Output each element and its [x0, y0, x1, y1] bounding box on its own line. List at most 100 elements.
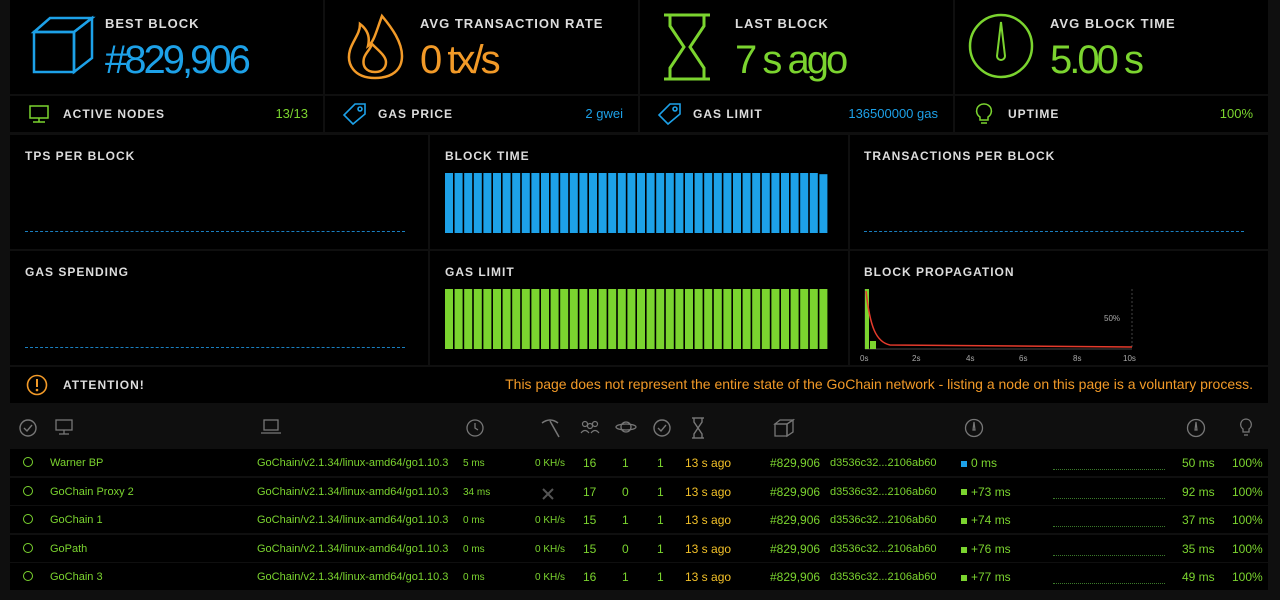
node-name[interactable]: GoChain 3 [50, 571, 103, 583]
propagation-history [1053, 583, 1165, 585]
node-hash: d3536c32...2106ab60 [830, 457, 937, 469]
chart-bar [521, 173, 530, 233]
node-latency: 0 ms [463, 572, 485, 584]
check-circle-icon[interactable] [652, 418, 672, 438]
propagation-value: +76 ms [971, 541, 1011, 556]
chart-bar [665, 173, 674, 233]
table-row[interactable]: GoChain Proxy 2 GoChain/v2.1.34/linux-am… [10, 477, 1268, 505]
cube-icon[interactable] [773, 418, 795, 438]
node-uptime: 100% [1232, 484, 1263, 499]
attention-label: ATTENTION! [63, 378, 145, 392]
chart-bar [512, 289, 521, 349]
node-name[interactable]: Warner BP [50, 457, 103, 469]
node-hash: d3536c32...2106ab60 [830, 485, 937, 498]
chart-bar [483, 289, 492, 349]
clock-icon[interactable] [465, 418, 485, 438]
node-hashrate: 0 KH/s [535, 572, 566, 584]
propagation-history [1053, 469, 1165, 470]
chart-bar [550, 289, 559, 349]
node-block: #829,906 [770, 484, 821, 499]
chart-bar [675, 173, 684, 233]
node-uncles: 1 [657, 484, 664, 499]
node-last-block: 13 s ago [685, 541, 732, 556]
node-peers: 17 [583, 484, 597, 499]
propagation-value: 0 ms [971, 456, 998, 470]
monitor-icon[interactable] [54, 418, 74, 436]
node-client: GoChain/v2.1.34/linux-amd64/go1.10.3 [257, 485, 449, 498]
propagation-history [1053, 526, 1165, 528]
status-dot [23, 514, 33, 525]
x-tick: 10s [1123, 354, 1136, 363]
node-peers: 16 [583, 570, 597, 585]
chart-bar [800, 173, 809, 233]
chart-bar [771, 289, 780, 349]
chart-bar [502, 173, 511, 233]
attention-bar: ATTENTION! This page does not represent … [10, 367, 1268, 403]
chart-bar [493, 173, 501, 233]
node-client: GoChain/v2.1.34/linux-amd64/go1.10.3 [257, 457, 449, 469]
pickaxe-icon[interactable] [539, 417, 561, 439]
node-uptime: 100% [1232, 570, 1263, 585]
node-last-block: 13 s ago [685, 570, 732, 585]
chart-bar [464, 289, 473, 349]
node-name[interactable]: GoChain Proxy 2 [50, 486, 134, 498]
check-circle-icon[interactable] [18, 418, 38, 438]
table-row[interactable]: Warner BP GoChain/v2.1.34/linux-amd64/go… [10, 449, 1268, 476]
mini-label: UPTIME [1008, 107, 1060, 121]
chart-bar [454, 289, 463, 349]
chart-bar [723, 289, 732, 349]
node-latency: 0 ms [463, 543, 485, 555]
gauge-icon[interactable] [1186, 418, 1206, 438]
table-row[interactable]: GoPath GoChain/v2.1.34/linux-amd64/go1.1… [10, 534, 1268, 562]
node-name[interactable]: GoPath [50, 543, 87, 555]
gauge-icon[interactable] [964, 418, 984, 438]
chart-bar [541, 173, 549, 233]
table-row[interactable]: GoChain 3 GoChain/v2.1.34/linux-amd64/go… [10, 563, 1268, 591]
chart-bar [809, 173, 818, 233]
node-latency: 0 ms [463, 515, 485, 527]
mini-value: 2 gwei [585, 106, 623, 121]
chart-gas-limit: GAS LIMIT [430, 251, 848, 365]
chart-bar [483, 173, 492, 233]
propagation-history [1053, 554, 1165, 556]
node-peers: 16 [583, 456, 597, 470]
chart-bar [761, 289, 770, 349]
propagation-square [961, 460, 967, 467]
node-client: GoChain/v2.1.34/linux-amd64/go1.10.3 [257, 542, 449, 555]
chart-bar [617, 289, 626, 349]
chart-block-time: BLOCK TIME [430, 135, 848, 249]
table-row[interactable]: GoChain 1 GoChain/v2.1.34/linux-amd64/go… [10, 506, 1268, 534]
node-uncles: 1 [657, 456, 664, 470]
chart-bar [790, 289, 799, 349]
stat-avg-block-time: AVG BLOCK TIME 5.00 s [955, 0, 1268, 94]
node-hash: d3536c32...2106ab60 [830, 542, 937, 555]
chart-bar [656, 173, 665, 233]
stat-label: BEST BLOCK [105, 16, 200, 31]
node-propagation: +74 ms [961, 513, 1011, 527]
chart-bar [464, 173, 473, 233]
node-uptime: 100% [1232, 456, 1263, 470]
node-latency: 34 ms [463, 486, 491, 498]
mini-active-nodes: ACTIVE NODES 13/13 [10, 96, 323, 132]
chart-bar [685, 173, 693, 233]
stat-value: #829,906 [105, 38, 251, 82]
node-hashrate: 0 KH/s [535, 458, 566, 469]
mini-label: GAS PRICE [378, 107, 454, 121]
chart-block-propagation: BLOCK PROPAGATION 50% 0s 2s 4s 6s 8s 10s [850, 251, 1268, 365]
stat-best-block: BEST BLOCK #829,906 [10, 0, 323, 94]
propagation-history [1053, 497, 1165, 499]
chart-bar [445, 173, 453, 233]
node-peers: 15 [583, 541, 597, 556]
node-name[interactable]: GoChain 1 [50, 514, 103, 526]
laptop-icon[interactable] [260, 418, 282, 436]
chart-bar [771, 173, 780, 233]
peers-icon[interactable] [579, 419, 601, 435]
mini-value: 100% [1219, 106, 1253, 121]
chart-bar [704, 289, 713, 349]
propagation-square [961, 518, 967, 525]
node-uptime: 100% [1232, 513, 1263, 528]
hourglass-icon[interactable] [691, 417, 705, 439]
planet-icon[interactable] [615, 418, 637, 436]
chart-bar [809, 289, 818, 349]
bulb-icon[interactable] [1239, 417, 1253, 439]
